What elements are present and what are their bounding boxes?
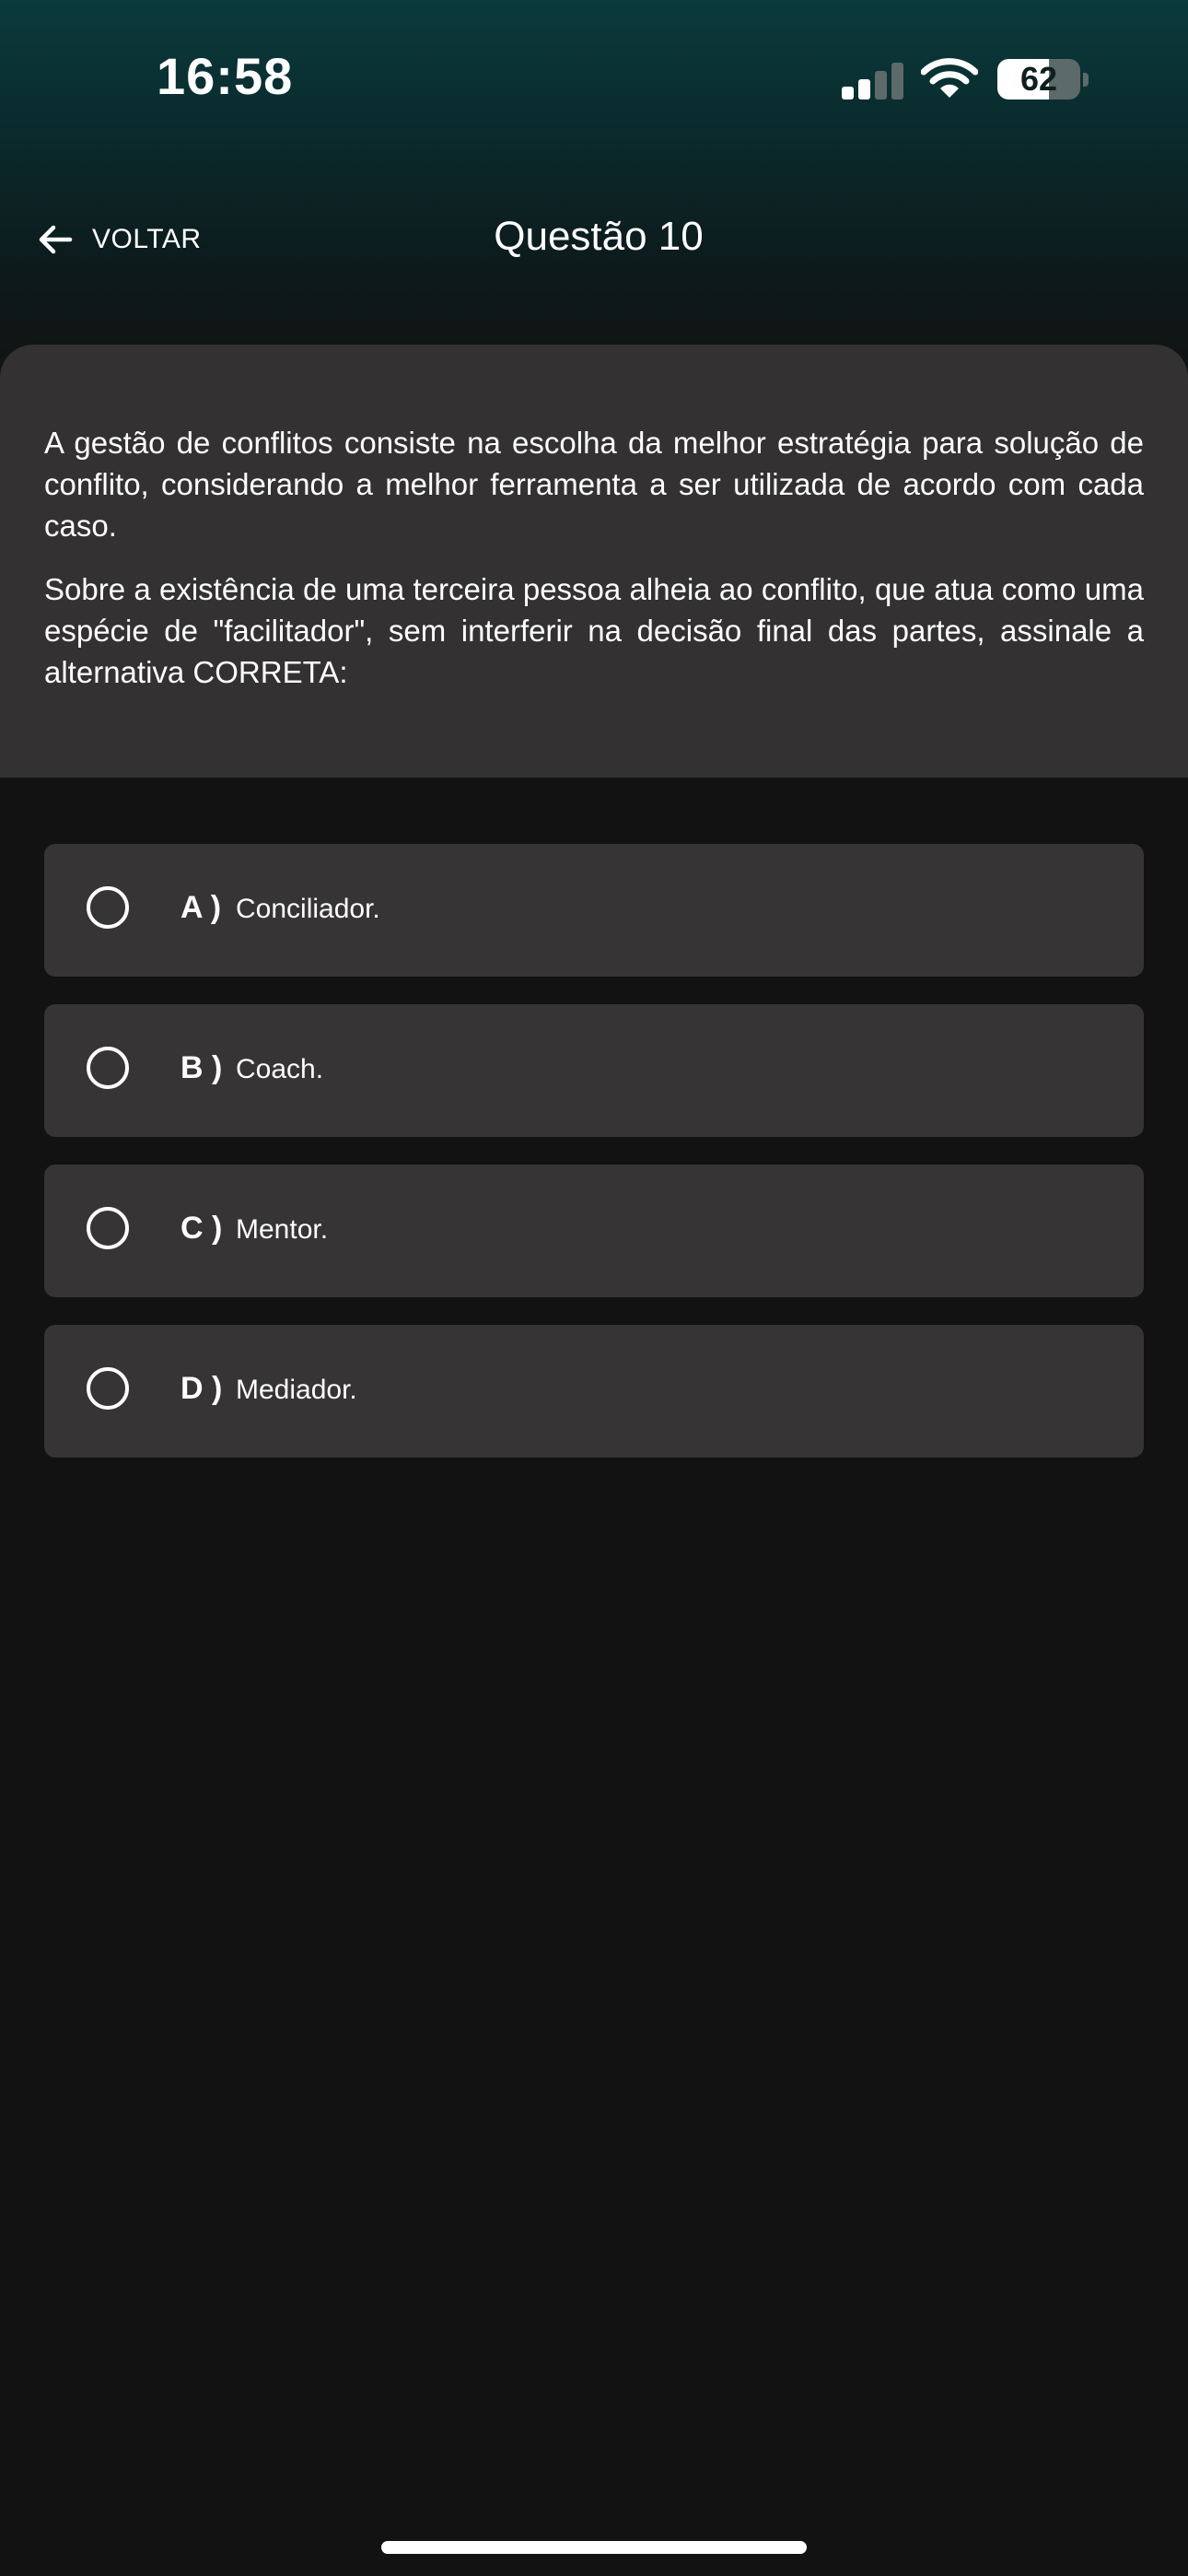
- option-d[interactable]: D ) Mediador.: [44, 1325, 1144, 1458]
- radio-button[interactable]: [87, 1367, 129, 1410]
- option-c[interactable]: C ) Mentor.: [44, 1165, 1144, 1297]
- option-b[interactable]: B ) Coach.: [44, 1004, 1144, 1137]
- option-a[interactable]: A ) Conciliador.: [44, 844, 1144, 977]
- signal-bar: [842, 87, 854, 100]
- option-text: Conciliador.: [236, 894, 380, 924]
- radio-button[interactable]: [87, 1207, 129, 1249]
- option-text: Mentor.: [236, 1214, 329, 1245]
- option-text: Mediador.: [236, 1375, 357, 1405]
- option-letter: C ): [181, 1211, 223, 1246]
- question-paragraph: A gestão de conflitos consiste na escolh…: [44, 426, 1144, 543]
- radio-button[interactable]: [87, 886, 129, 929]
- wifi-icon: [920, 57, 979, 100]
- battery-level: 62: [1019, 60, 1058, 98]
- signal-bar: [858, 79, 870, 100]
- page-title: Questão 10: [494, 214, 704, 259]
- cellular-signal-icon: [842, 63, 904, 100]
- option-letter: B ): [181, 1050, 223, 1085]
- signal-bar: [875, 71, 887, 100]
- option-letter: D ): [181, 1371, 223, 1406]
- signal-bar: [891, 63, 903, 100]
- battery-icon: 62: [997, 59, 1080, 100]
- option-text: Coach.: [236, 1054, 324, 1084]
- answer-options: A ) Conciliador. B ) Coach. C ) Mentor. …: [44, 844, 1144, 1485]
- option-letter: A ): [181, 890, 222, 925]
- question-card: A gestão de conflitos consiste na escolh…: [0, 345, 1188, 778]
- radio-button[interactable]: [87, 1047, 129, 1089]
- question-paragraph: Sobre a existência de uma terceira pesso…: [44, 572, 1144, 689]
- status-time: 16:58: [157, 47, 294, 105]
- battery-cap: [1083, 73, 1089, 87]
- home-indicator[interactable]: [381, 2541, 807, 2554]
- status-bar: 16:58 62: [0, 0, 1188, 157]
